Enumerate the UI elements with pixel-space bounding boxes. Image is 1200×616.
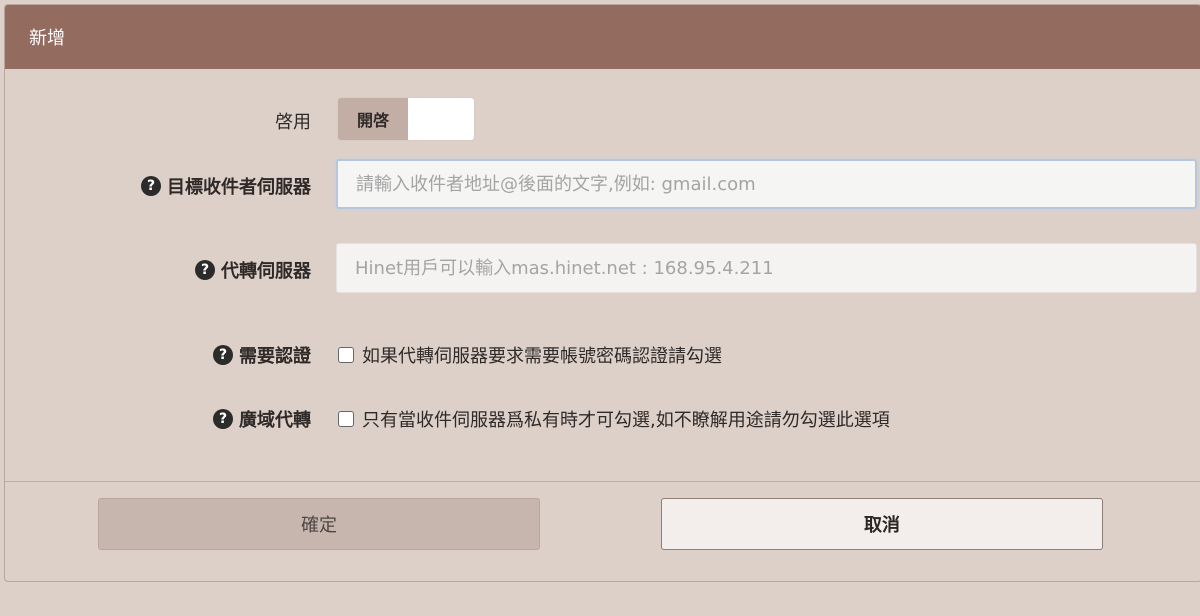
- question-circle-icon[interactable]: ?: [213, 409, 233, 429]
- add-dialog: 新增 啓用 開啓 ? 目標收件者伺服器 ? 代轉伺服器 ? 需要認證 如果: [4, 4, 1200, 582]
- wan-relay-label-row: ? 廣域代轉: [213, 406, 311, 432]
- toggle-knob[interactable]: [408, 98, 474, 140]
- target-server-label: 目標收件者伺服器: [167, 177, 311, 198]
- confirm-button[interactable]: 確定: [98, 498, 540, 550]
- question-circle-icon[interactable]: ?: [195, 260, 215, 280]
- dialog-body: 啓用 開啓 ? 目標收件者伺服器 ? 代轉伺服器 ? 需要認證 如果代轉伺服器要…: [5, 69, 1200, 482]
- question-circle-icon[interactable]: ?: [141, 176, 161, 196]
- dialog-footer: 確定 取消: [5, 482, 1200, 581]
- require-auth-checkbox[interactable]: [338, 347, 354, 363]
- enable-label: 啓用: [275, 112, 311, 133]
- relay-server-input[interactable]: [336, 243, 1197, 293]
- enable-label-row: 啓用: [275, 108, 311, 134]
- require-auth-checkbox-row[interactable]: 如果代轉伺服器要求需要帳號密碼認證請勾選: [338, 342, 722, 368]
- require-auth-label: 需要認證: [239, 346, 311, 367]
- question-circle-icon[interactable]: ?: [213, 345, 233, 365]
- relay-server-label-row: ? 代轉伺服器: [195, 257, 311, 283]
- require-auth-label-row: ? 需要認證: [213, 342, 311, 368]
- target-server-label-row: ? 目標收件者伺服器: [141, 173, 311, 199]
- dialog-header: 新增: [5, 5, 1200, 69]
- cancel-button[interactable]: 取消: [661, 498, 1103, 550]
- wan-relay-checkbox[interactable]: [338, 411, 354, 427]
- enable-toggle-label: 開啓: [338, 98, 408, 140]
- dialog-title: 新增: [29, 28, 65, 49]
- wan-relay-label: 廣域代轉: [239, 410, 311, 431]
- enable-toggle[interactable]: 開啓: [337, 97, 475, 141]
- wan-relay-checkbox-row[interactable]: 只有當收件伺服器爲私有時才可勾選,如不瞭解用途請勿勾選此選項: [338, 406, 890, 432]
- target-server-input[interactable]: [336, 159, 1197, 209]
- wan-relay-checkbox-label: 只有當收件伺服器爲私有時才可勾選,如不瞭解用途請勿勾選此選項: [362, 410, 890, 431]
- require-auth-checkbox-label: 如果代轉伺服器要求需要帳號密碼認證請勾選: [362, 346, 722, 367]
- relay-server-label: 代轉伺服器: [221, 261, 311, 282]
